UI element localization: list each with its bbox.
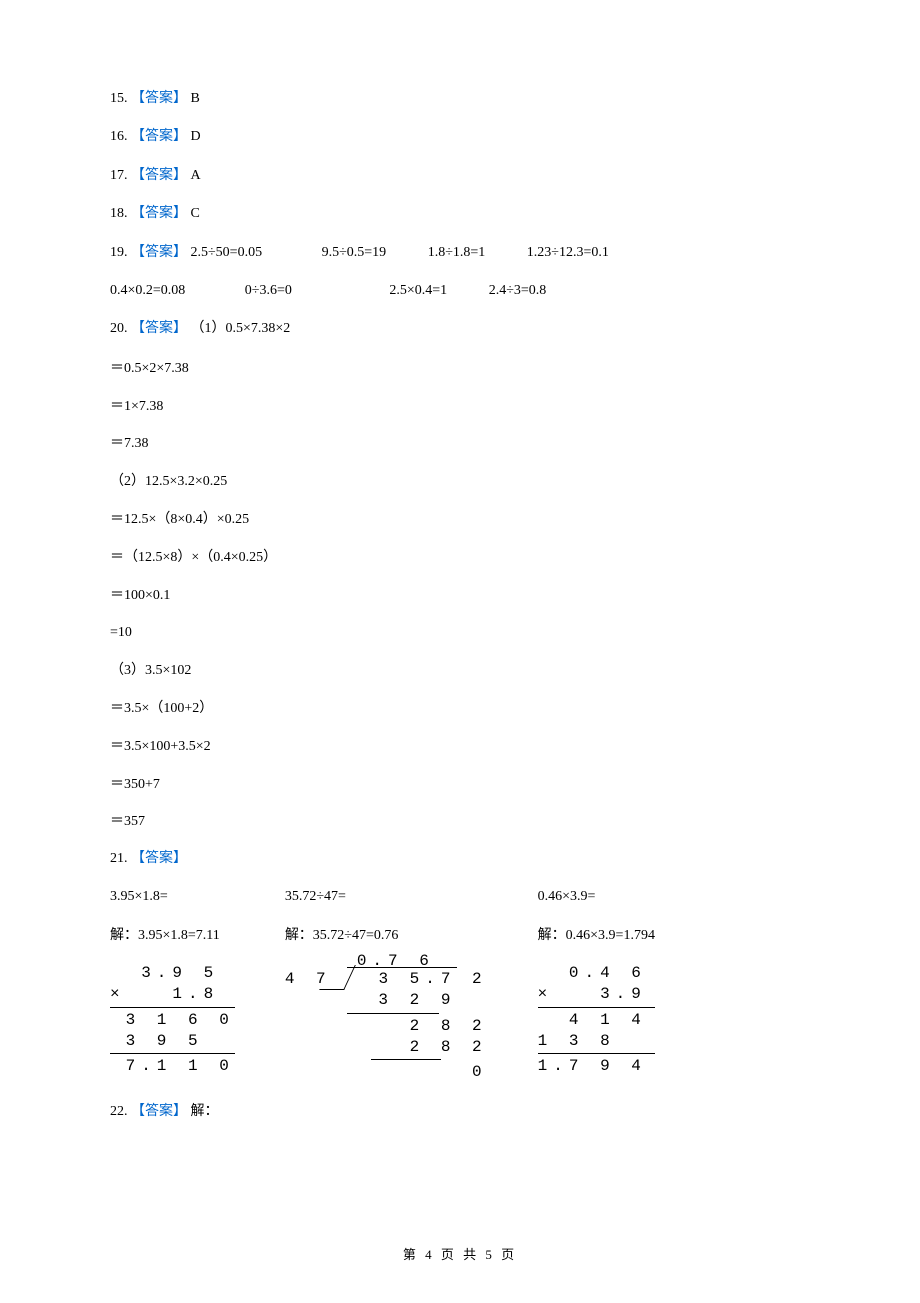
answer-label: 【答案】	[131, 91, 187, 106]
q20-step: =10	[110, 621, 810, 645]
q20-step: ＝7.38	[110, 432, 810, 456]
footer-suffix: 页	[501, 1247, 517, 1262]
q21-c2-eq: 35.72÷47=	[285, 886, 488, 908]
work-row: 2 8 2	[285, 1037, 488, 1058]
answer-line-21: 21. 【答案】	[110, 848, 810, 870]
q15-answer: B	[191, 91, 200, 106]
footer-page: 4	[425, 1247, 435, 1262]
footer-mid: 页 共	[441, 1247, 479, 1262]
work-row: 4 1 4	[538, 1010, 655, 1031]
work-row: 3 2 9	[285, 990, 488, 1011]
answer-label: 【答案】	[131, 321, 187, 336]
q20-num: 20.	[110, 321, 128, 336]
q20-step: ＝357	[110, 810, 810, 834]
dividend: 3 5.7 2	[378, 970, 487, 988]
q16-num: 16.	[110, 129, 128, 144]
q18-num: 18.	[110, 206, 128, 221]
q21-col1: 3.95×1.8= 解：3.95×1.8=7.11 3.9 5 × 1.8 3 …	[110, 886, 235, 1083]
q20-step: ＝12.5×（8×0.4）×0.25	[110, 508, 810, 532]
answer-line-18: 18. 【答案】 C	[110, 203, 810, 225]
q19-row2: 0.4×0.2=0.08 0÷3.6=0 2.5×0.4=1 2.4÷3=0.8	[110, 280, 810, 302]
division-body: 4 7 3 5.7 2	[285, 969, 488, 990]
q21-c3-sol: 解：0.46×3.9=1.794	[538, 925, 655, 947]
work-row: × 3.9	[538, 984, 655, 1005]
answer-line-15: 15. 【答案】 B	[110, 88, 810, 110]
q19-eq: 9.5÷0.5=19	[322, 242, 387, 264]
work-row: 3.9 5	[110, 963, 235, 984]
q21-num: 21.	[110, 851, 128, 866]
q18-answer: C	[191, 206, 200, 221]
work-row: 2 8 2	[285, 1016, 488, 1037]
work-row: 0.4 6	[538, 963, 655, 984]
answer-label: 【答案】	[131, 245, 187, 260]
q21-col2: 35.72÷47= 解：35.72÷47=0.76 0.7 6 4 7 3 5.…	[285, 886, 488, 1083]
answer-line-16: 16. 【答案】 D	[110, 126, 810, 148]
q20-p2-head: （2）12.5×3.2×0.25	[110, 470, 810, 494]
q19-eq: 0÷3.6=0	[245, 280, 292, 302]
q21-c1-eq: 3.95×1.8=	[110, 886, 235, 908]
q21-c3-eq: 0.46×3.9=	[538, 886, 655, 908]
division-bar	[347, 967, 457, 968]
q21-columns: 3.95×1.8= 解：3.95×1.8=7.11 3.9 5 × 1.8 3 …	[110, 886, 810, 1083]
rule-line	[110, 1007, 235, 1008]
q21-c2-work: 0.7 6 4 7 3 5.7 2 3 2 9 2 8 2 2 8 2 0	[285, 969, 488, 1083]
answer-line-17: 17. 【答案】 A	[110, 165, 810, 187]
rule-line	[110, 1053, 235, 1054]
q20-p1-head: （1）0.5×7.38×2	[191, 321, 291, 336]
work-row: 3 1 6 0	[110, 1010, 235, 1031]
work-row: 3 9 5	[110, 1031, 235, 1052]
work-row: 1.7 9 4	[538, 1056, 655, 1077]
q21-c1-work: 3.9 5 × 1.8 3 1 6 0 3 9 5 7.1 1 0	[110, 963, 235, 1077]
answer-label: 【答案】	[131, 206, 187, 221]
answer-label: 【答案】	[131, 129, 187, 144]
q19-eq: 0.4×0.2=0.08	[110, 280, 185, 302]
q19-eq: 2.5×0.4=1	[389, 280, 447, 302]
page: 15. 【答案】 B 16. 【答案】 D 17. 【答案】 A 18. 【答案…	[0, 0, 920, 1303]
answer-line-22: 22. 【答案】 解：	[110, 1101, 810, 1123]
q15-num: 15.	[110, 91, 128, 106]
rule-line	[538, 1007, 655, 1008]
answer-label: 【答案】	[131, 851, 187, 866]
q20-step: ＝350+7	[110, 773, 810, 797]
q20-p3-head: （3）3.5×102	[110, 659, 810, 683]
q21-c3-work: 0.4 6 × 3.9 4 1 4 1 3 8 1.7 9 4	[538, 963, 655, 1077]
quotient: 0.7 6	[357, 951, 435, 972]
answer-label: 【答案】	[131, 1104, 187, 1119]
work-row: 1 3 8	[538, 1031, 655, 1052]
q22-text: 解：	[191, 1104, 219, 1119]
footer-prefix: 第	[403, 1247, 419, 1262]
q20-step: ＝100×0.1	[110, 584, 810, 608]
rule-line	[371, 1059, 441, 1060]
q19-eq: 1.8÷1.8=1	[428, 242, 486, 264]
q21-c2-sol: 解：35.72÷47=0.76	[285, 925, 488, 947]
work-row: × 1.8	[110, 984, 235, 1005]
q20-step: ＝0.5×2×7.38	[110, 357, 810, 381]
q19-eq: 2.4÷3=0.8	[489, 280, 547, 302]
q22-num: 22.	[110, 1104, 128, 1119]
rule-line	[538, 1053, 655, 1054]
answer-label: 【答案】	[131, 168, 187, 183]
q20-step: ＝1×7.38	[110, 395, 810, 419]
q21-col3: 0.46×3.9= 解：0.46×3.9=1.794 0.4 6 × 3.9 4…	[538, 886, 655, 1083]
q16-answer: D	[191, 129, 201, 144]
rule-line	[347, 1013, 439, 1014]
q19-eq: 1.23÷12.3=0.1	[527, 242, 609, 264]
q17-num: 17.	[110, 168, 128, 183]
answer-line-20: 20. 【答案】 （1）0.5×7.38×2	[110, 318, 810, 340]
q19-num: 19.	[110, 245, 128, 260]
q17-answer: A	[191, 168, 201, 183]
q21-c1-sol: 解：3.95×1.8=7.11	[110, 925, 235, 947]
q20-step: ＝3.5×100+3.5×2	[110, 735, 810, 759]
q20-step: ＝（12.5×8）×（0.4×0.25）	[110, 546, 810, 570]
page-footer: 第 4 页 共 5 页	[110, 1244, 810, 1263]
work-row: 7.1 1 0	[110, 1056, 235, 1077]
q20-step: ＝3.5×（100+2）	[110, 697, 810, 721]
work-row: 0	[285, 1062, 488, 1083]
footer-total: 5	[485, 1247, 495, 1262]
answer-line-19: 19. 【答案】 2.5÷50=0.05 9.5÷0.5=19 1.8÷1.8=…	[110, 242, 810, 264]
q19-eq: 2.5÷50=0.05	[191, 242, 263, 264]
